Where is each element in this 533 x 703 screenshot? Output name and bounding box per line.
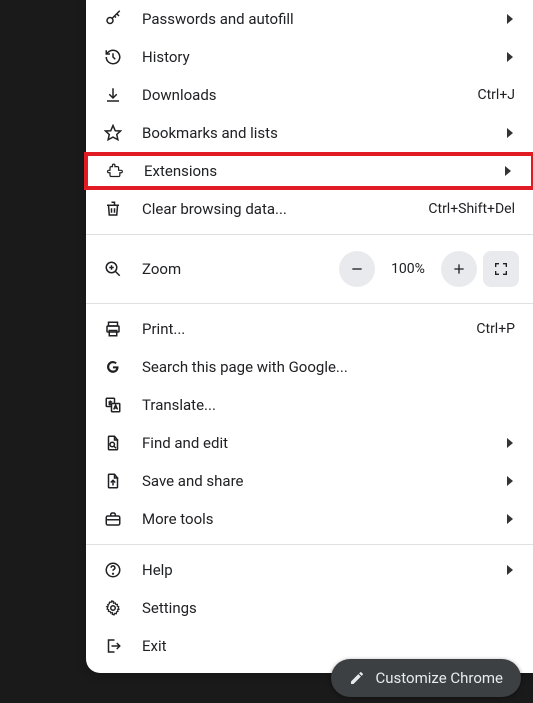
menu-item-label: Search this page with Google... [142, 358, 515, 376]
menu-divider [86, 303, 533, 304]
zoom-label: Zoom [142, 260, 339, 278]
browser-menu: Passwords and autofillHistoryDownloadsCt… [86, 0, 533, 673]
menu-item-label: More tools [142, 510, 497, 528]
chevron-right-icon [497, 514, 515, 524]
chevron-right-icon [497, 52, 515, 62]
menu-item-search-this-page-with-google[interactable]: Search this page with Google... [86, 348, 533, 386]
trash-icon [104, 200, 142, 218]
menu-item-translate[interactable]: Translate... [86, 386, 533, 424]
menu-item-history[interactable]: History [86, 38, 533, 76]
fullscreen-button[interactable] [483, 251, 519, 287]
menu-item-clear-browsing-data[interactable]: Clear browsing data...Ctrl+Shift+Del [86, 190, 533, 228]
menu-item-label: History [142, 48, 497, 66]
menu-item-label: Translate... [142, 396, 515, 414]
menu-item-help[interactable]: Help [86, 551, 533, 589]
zoom-value: 100% [381, 261, 435, 277]
menu-item-label: Extensions [144, 162, 495, 180]
zoom-in-button[interactable] [441, 251, 477, 287]
chevron-right-icon [495, 166, 513, 176]
menu-item-shortcut: Ctrl+Shift+Del [428, 201, 515, 217]
menu-item-label: Print... [142, 320, 476, 338]
menu-item-label: Exit [142, 637, 515, 655]
extension-icon [106, 162, 144, 180]
find-icon [104, 434, 142, 452]
menu-item-passwords-and-autofill[interactable]: Passwords and autofill [86, 0, 533, 38]
settings-icon [104, 599, 142, 617]
toolbox-icon [104, 510, 142, 528]
zoom-row: Zoom 100% [86, 241, 533, 297]
star-icon [104, 124, 142, 142]
chevron-right-icon [497, 14, 515, 24]
menu-item-save-and-share[interactable]: Save and share [86, 462, 533, 500]
menu-divider [86, 544, 533, 545]
chevron-right-icon [497, 128, 515, 138]
menu-item-downloads[interactable]: DownloadsCtrl+J [86, 76, 533, 114]
pencil-icon [349, 670, 365, 686]
menu-item-label: Passwords and autofill [142, 10, 497, 28]
menu-item-label: Save and share [142, 472, 497, 490]
menu-item-label: Bookmarks and lists [142, 124, 497, 142]
menu-item-label: Settings [142, 599, 515, 617]
print-icon [104, 320, 142, 338]
zoom-in-icon [104, 260, 142, 278]
menu-item-label: Find and edit [142, 434, 497, 452]
history-icon [104, 48, 142, 66]
menu-item-more-tools[interactable]: More tools [86, 500, 533, 538]
menu-item-shortcut: Ctrl+P [476, 321, 515, 337]
share-icon [104, 472, 142, 490]
menu-item-bookmarks-and-lists[interactable]: Bookmarks and lists [86, 114, 533, 152]
menu-item-extensions[interactable]: Extensions [84, 152, 533, 190]
chevron-right-icon [497, 476, 515, 486]
chevron-right-icon [497, 438, 515, 448]
menu-item-shortcut: Ctrl+J [477, 87, 515, 103]
google-icon [104, 358, 142, 376]
translate-icon [104, 396, 142, 414]
menu-item-label: Help [142, 561, 497, 579]
chevron-right-icon [497, 565, 515, 575]
menu-item-label: Clear browsing data... [142, 200, 428, 218]
menu-item-print[interactable]: Print...Ctrl+P [86, 310, 533, 348]
exit-icon [104, 637, 142, 655]
menu-item-find-and-edit[interactable]: Find and edit [86, 424, 533, 462]
download-icon [104, 86, 142, 104]
help-icon [104, 561, 142, 579]
customize-chrome-label: Customize Chrome [375, 669, 503, 687]
menu-divider [86, 234, 533, 235]
menu-item-label: Downloads [142, 86, 477, 104]
customize-chrome-button[interactable]: Customize Chrome [331, 659, 521, 697]
key-icon [104, 10, 142, 28]
menu-item-settings[interactable]: Settings [86, 589, 533, 627]
zoom-out-button[interactable] [339, 251, 375, 287]
